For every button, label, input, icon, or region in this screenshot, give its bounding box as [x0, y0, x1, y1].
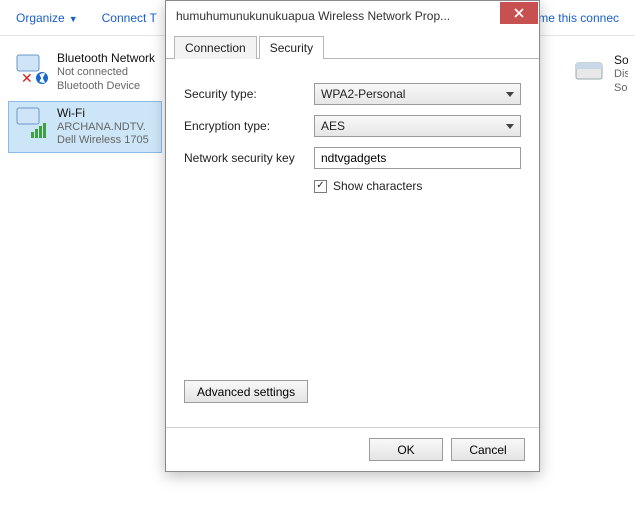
adapter-name: Wi-Fi: [57, 106, 149, 121]
dialog-footer: OK Cancel: [166, 427, 539, 471]
list-item[interactable]: SonicWALL I Disconnecte SonicWALL I: [565, 48, 635, 101]
close-icon: [514, 8, 524, 18]
advanced-settings-button[interactable]: Advanced settings: [184, 380, 308, 403]
tab-connection[interactable]: Connection: [174, 36, 257, 59]
dialog-body: Security type: WPA2-Personal Encryption …: [166, 59, 539, 427]
adapter-name: SonicWALL I: [614, 53, 628, 68]
ok-button[interactable]: OK: [369, 438, 443, 461]
tab-strip: Connection Security: [166, 31, 539, 59]
wifi-adapter-icon: [15, 106, 49, 140]
encryption-type-select[interactable]: AES: [314, 115, 521, 137]
svg-text:✕: ✕: [21, 70, 33, 85]
dialog-titlebar: humuhumunukunukuapua Wireless Network Pr…: [166, 1, 539, 31]
security-type-value: WPA2-Personal: [321, 87, 405, 101]
connect-to-link[interactable]: Connect T: [102, 11, 157, 25]
cancel-button[interactable]: Cancel: [451, 438, 525, 461]
show-characters-checkbox[interactable]: ✓: [314, 180, 327, 193]
adapter-device: Dell Wireless 1705: [57, 134, 149, 148]
adapter-name: Bluetooth Network: [57, 51, 155, 66]
close-button[interactable]: [500, 2, 538, 24]
adapter-device: Bluetooth Device: [57, 80, 155, 94]
security-type-select[interactable]: WPA2-Personal: [314, 83, 521, 105]
encryption-type-value: AES: [321, 119, 345, 133]
list-item[interactable]: ✕ Bluetooth Network Not connected Blueto…: [8, 46, 162, 99]
adapter-status: Not connected: [57, 66, 155, 80]
check-icon: ✓: [316, 181, 324, 191]
adapter-status: ARCHANA.NDTV.: [57, 121, 149, 135]
tab-security[interactable]: Security: [259, 36, 324, 59]
show-characters-label: Show characters: [333, 179, 422, 193]
chevron-down-icon: ▼: [69, 14, 78, 24]
wireless-properties-dialog: humuhumunukunukuapua Wireless Network Pr…: [165, 0, 540, 472]
list-item[interactable]: Wi-Fi ARCHANA.NDTV. Dell Wireless 1705: [8, 101, 162, 154]
vpn-adapter-icon: [572, 53, 606, 87]
dialog-title: humuhumunukunukuapua Wireless Network Pr…: [176, 9, 539, 23]
organize-label: Organize: [16, 11, 65, 25]
network-connections-list-right: SonicWALL I Disconnecte SonicWALL I: [565, 36, 635, 101]
organize-menu[interactable]: Organize ▼: [16, 11, 78, 25]
adapter-status: Disconnecte: [614, 68, 628, 82]
bluetooth-adapter-icon: ✕: [15, 51, 49, 85]
network-key-label: Network security key: [184, 151, 314, 165]
security-type-label: Security type:: [184, 87, 314, 101]
encryption-type-label: Encryption type:: [184, 119, 314, 133]
adapter-device: SonicWALL I: [614, 82, 628, 96]
network-key-input[interactable]: [314, 147, 521, 169]
